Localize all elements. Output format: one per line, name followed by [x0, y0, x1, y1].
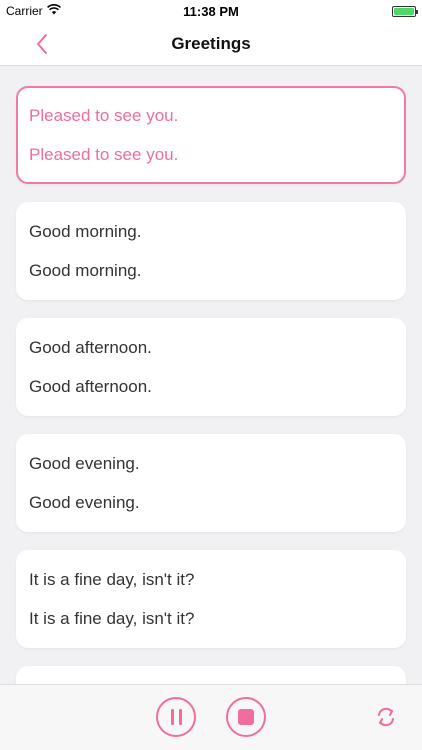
phrase-line-1: Good evening. [29, 453, 140, 473]
phrase-list[interactable]: Pleased to see you. Pleased to see you. … [0, 66, 422, 684]
back-button[interactable] [28, 30, 56, 58]
page-title: Greetings [171, 33, 251, 53]
repeat-button[interactable] [372, 703, 400, 731]
phrase-card[interactable]: Good morning. Good morning. [16, 202, 406, 300]
status-left: Carrier [6, 4, 61, 18]
battery-icon [392, 5, 418, 17]
phrase-line-2: Good afternoon. [29, 376, 152, 396]
phrase-line-1: Pleased to see you. [29, 105, 179, 125]
pause-icon [170, 709, 182, 725]
wifi-icon [46, 4, 61, 18]
phrase-card[interactable]: Pleased to see you. Pleased to see you. [16, 86, 406, 184]
carrier-label: Carrier [6, 4, 43, 18]
phrase-card[interactable]: Good afternoon. Good afternoon. [16, 318, 406, 416]
player-controls [0, 684, 422, 750]
phrase-line-2: Good evening. [29, 492, 140, 512]
stop-button[interactable] [226, 697, 266, 737]
phrase-line-2: Pleased to see you. [29, 144, 179, 164]
phrase-line-2: It is a fine day, isn't it? [29, 608, 195, 628]
repeat-icon [378, 707, 394, 727]
phrase-line-1: Good afternoon. [29, 337, 152, 357]
nav-bar: Greetings [0, 22, 422, 66]
status-bar: Carrier 11:38 PM [0, 0, 422, 22]
pause-button[interactable] [156, 697, 196, 737]
phrase-card-partial[interactable] [16, 666, 406, 684]
phrase-card[interactable]: It is a fine day, isn't it? It is a fine… [16, 550, 406, 648]
stop-icon [238, 709, 254, 725]
status-right [392, 5, 418, 17]
phrase-line-1: Good morning. [29, 221, 142, 241]
phrase-card[interactable]: Good evening. Good evening. [16, 434, 406, 532]
chevron-left-icon [37, 34, 47, 54]
battery-fill [394, 7, 414, 15]
status-time: 11:38 PM [183, 3, 239, 19]
phrase-line-2: Good morning. [29, 260, 142, 280]
phrase-line-1: It is a fine day, isn't it? [29, 569, 195, 589]
